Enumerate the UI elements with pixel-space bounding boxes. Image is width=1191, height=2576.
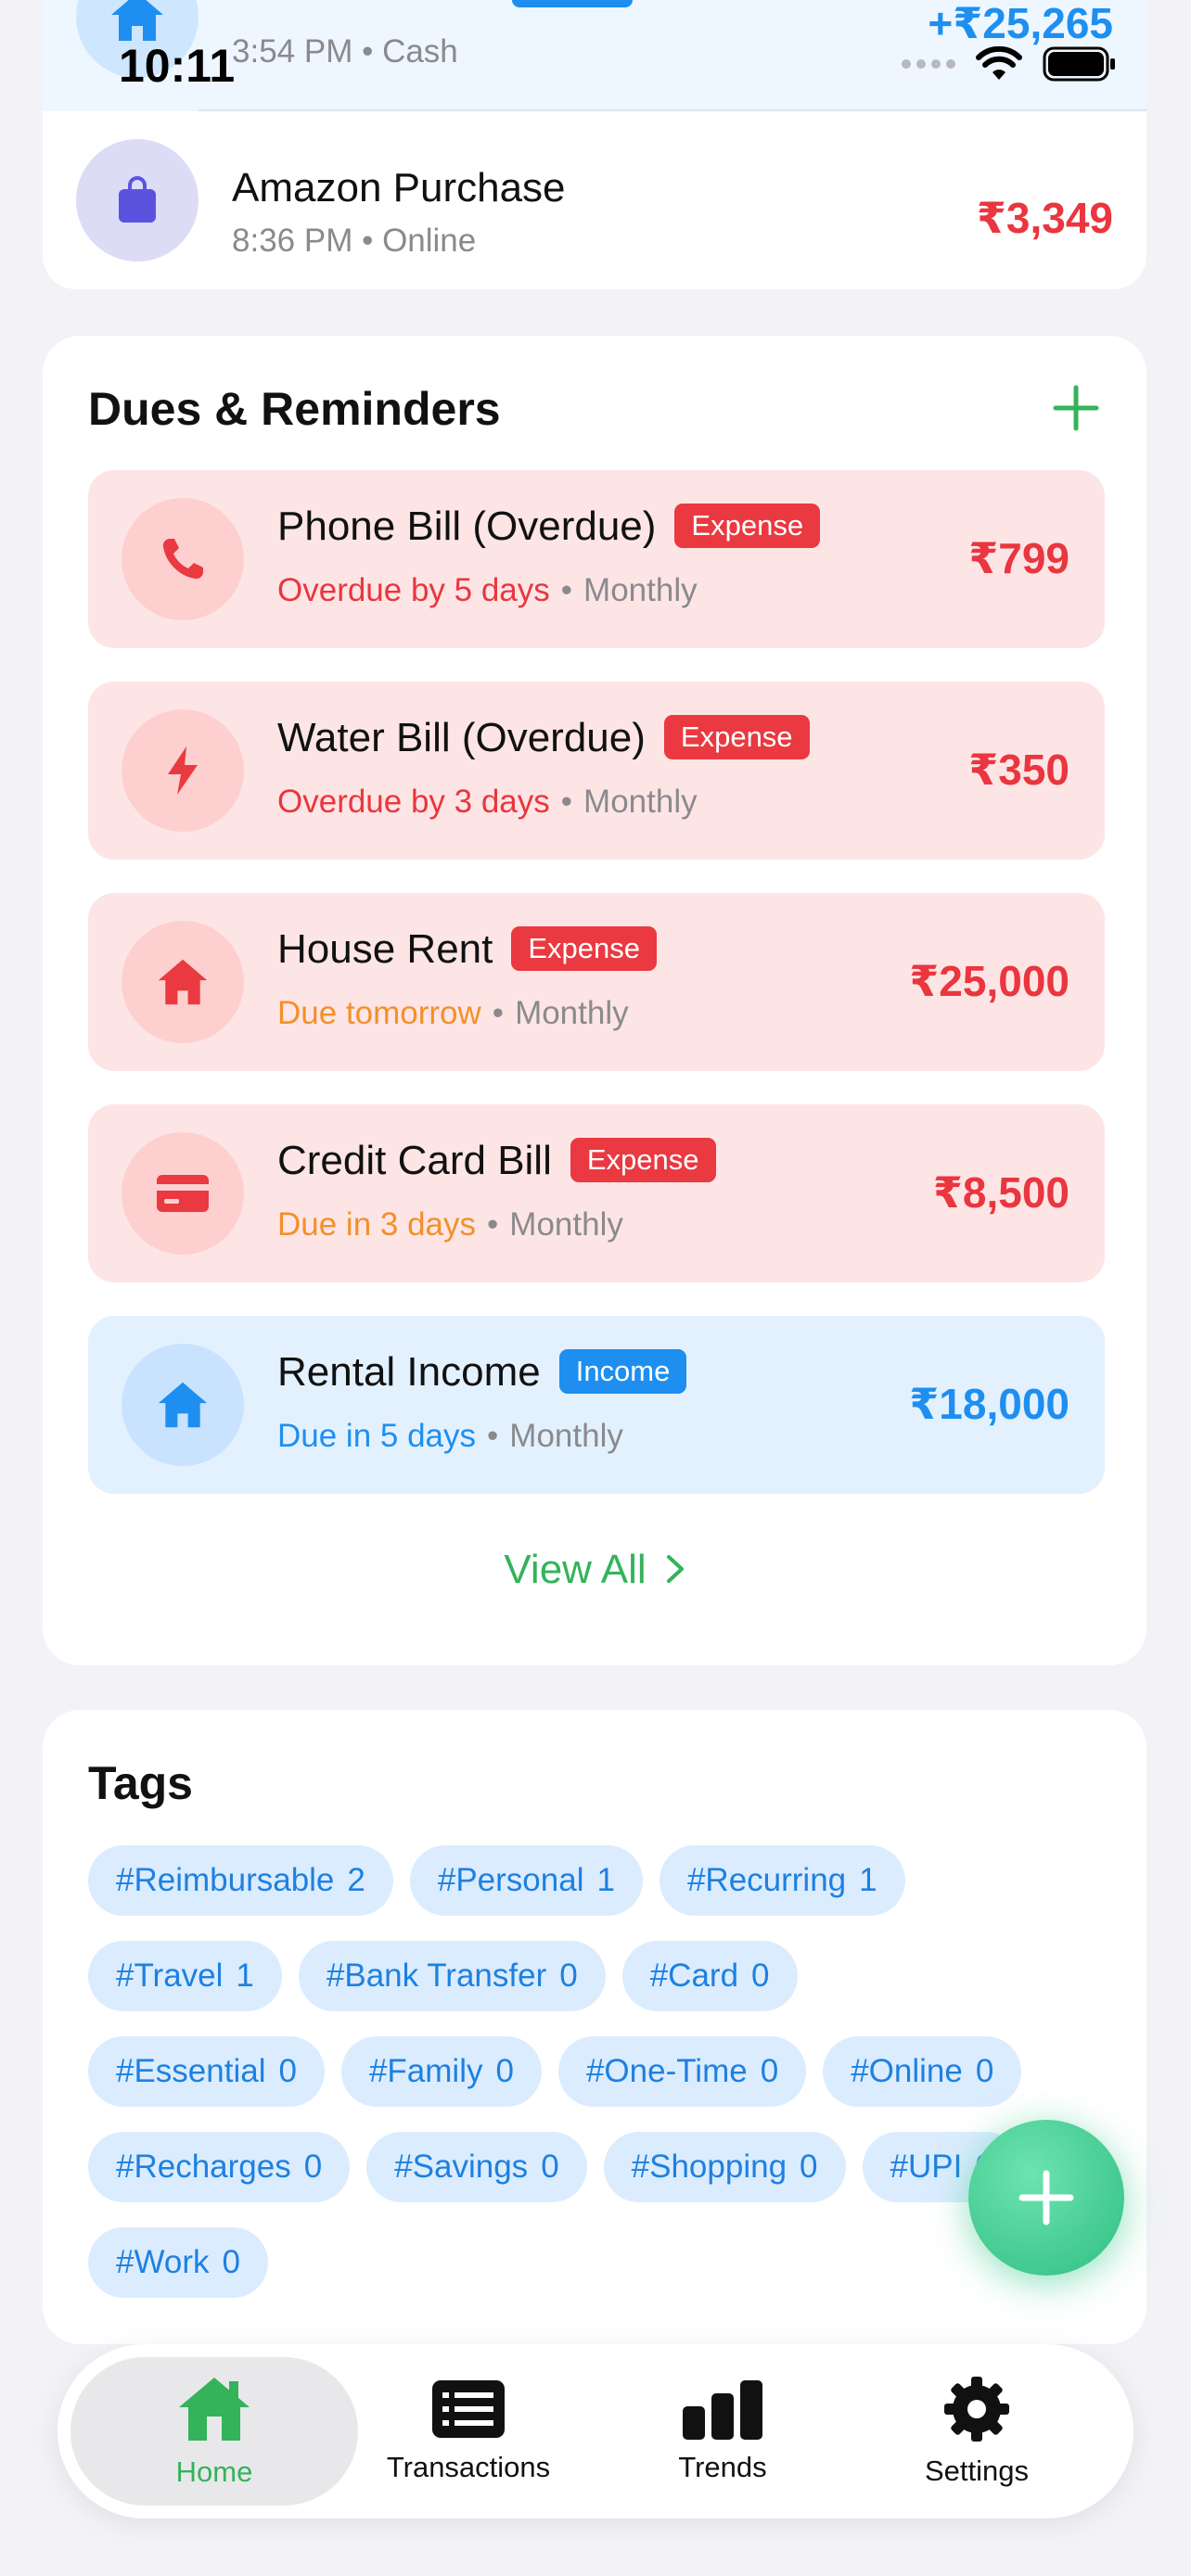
reminder-title: Water Bill (Overdue) Expense	[277, 715, 810, 761]
reminder-item[interactable]: Credit Card Bill Expense Due in 3 days • Mo…	[88, 1104, 1105, 1282]
status-indicators	[902, 46, 1117, 82]
tab-label: Settings	[924, 2455, 1029, 2487]
tab-home[interactable]: Home	[70, 2357, 358, 2506]
gear-icon	[944, 2377, 1009, 2442]
add-transaction-fab[interactable]	[968, 2120, 1124, 2276]
view-all-label: View All	[504, 1547, 647, 1592]
income-badge: Income	[558, 1349, 687, 1394]
reminder-amount: ₹8,500	[932, 1168, 1069, 1217]
tag-chip[interactable]: #Work 0	[88, 2227, 268, 2298]
view-all-link[interactable]: View All	[43, 1547, 1146, 1593]
credit-card-icon	[122, 1132, 244, 1255]
tag-row: #Work 0	[88, 2227, 268, 2298]
tag-chip[interactable]: #Savings 0	[366, 2132, 587, 2202]
reminder-amount: ₹25,000	[909, 957, 1069, 1005]
reminder-meta: Overdue by 5 days • Monthly	[277, 572, 698, 608]
reminder-item[interactable]: House Rent Expense Due tomorrow • Monthly ₹…	[88, 893, 1105, 1071]
house-icon	[122, 1344, 244, 1466]
reminder-meta: Due in 3 days • Monthly	[277, 1206, 623, 1243]
tab-trends[interactable]: Trends	[579, 2357, 866, 2506]
tag-chip[interactable]: #Essential 0	[88, 2036, 325, 2107]
battery-icon	[1043, 46, 1115, 82]
tag-chip[interactable]: #One-Time 0	[557, 2036, 807, 2107]
tag-row: #Reimbursable 2 #Personal 1 #Recurring 1	[88, 1845, 905, 1916]
tag-row: #Travel 1 #Bank Transfer 0 #Card 0	[88, 1941, 798, 2011]
tag-chip[interactable]: #Family 0	[340, 2036, 542, 2107]
phone-icon	[122, 498, 244, 620]
expense-badge: Expense	[674, 504, 821, 548]
wifi-icon	[976, 46, 1022, 80]
plus-icon	[1018, 2170, 1074, 2225]
tag-chip[interactable]: #Reimbursable 2	[88, 1845, 393, 1916]
transaction-title: Rental IncomeIncome	[232, 0, 634, 9]
tag-chip[interactable]: #Recurring 1	[659, 1845, 905, 1916]
bolt-icon	[122, 709, 244, 832]
transaction-amount: ₹3,349	[976, 194, 1113, 242]
tag-chip[interactable]: #Travel 1	[88, 1941, 282, 2011]
bottom-tab-bar: Home Transactions Trends Settings	[58, 2344, 1133, 2519]
cellular-signal-icon	[902, 59, 955, 69]
add-reminder-button[interactable]	[1048, 380, 1104, 436]
transaction-row[interactable]: Amazon Purchase 8:36 PM • Online ₹3,349	[43, 111, 1146, 289]
tab-settings[interactable]: Settings	[833, 2357, 1121, 2506]
tab-label: Home	[175, 2455, 253, 2488]
tags-card: Tags #Reimbursable 2 #Personal 1 #Recurrin…	[43, 1710, 1146, 2344]
bar-chart-icon	[683, 2380, 762, 2440]
reminder-item[interactable]: Water Bill (Overdue) Expense Overdue by 3…	[88, 682, 1105, 860]
status-time: 10:11	[119, 40, 236, 92]
reminder-amount: ₹350	[968, 746, 1069, 794]
reminder-title: House Rent Expense	[277, 926, 657, 973]
reminder-meta: Due in 5 days • Monthly	[277, 1418, 623, 1454]
tag-chip[interactable]: #Card 0	[621, 1941, 798, 2011]
house-icon	[122, 921, 244, 1043]
reminder-meta: Overdue by 3 days • Monthly	[277, 784, 698, 820]
tag-row: #Essential 0 #Family 0 #One-Time 0 #Online 0	[88, 2036, 1022, 2107]
reminder-title: Rental Income Income	[277, 1349, 687, 1396]
tab-label: Transactions	[386, 2451, 551, 2483]
tab-transactions[interactable]: Transactions	[325, 2357, 612, 2506]
expense-badge: Expense	[570, 1138, 716, 1182]
house-icon	[179, 2378, 250, 2441]
expense-badge: Expense	[663, 715, 810, 759]
tag-chip[interactable]: #Online 0	[823, 2036, 1022, 2107]
expense-badge: Expense	[511, 926, 657, 971]
tag-chip[interactable]: #Shopping 0	[603, 2132, 846, 2202]
tag-chip[interactable]: #Personal 1	[409, 1845, 643, 1916]
dues-reminders-card: Dues & Reminders Phone Bill (Overdue) Exp…	[43, 336, 1146, 1665]
reminder-amount: ₹18,000	[909, 1380, 1069, 1428]
transaction-title: Amazon Purchase	[232, 165, 566, 210]
transaction-meta: 3:54 PM • Cash	[232, 33, 458, 70]
income-badge: Income	[511, 0, 634, 8]
list-icon	[432, 2380, 505, 2438]
tab-label: Trends	[678, 2451, 767, 2483]
home-screen: Rental IncomeIncome 3:54 PM • Cash +₹25,…	[0, 0, 1191, 2576]
reminder-amount: ₹799	[968, 534, 1069, 582]
reminder-title: Phone Bill (Overdue) Expense	[277, 504, 821, 550]
chevron-right-icon	[666, 1555, 684, 1583]
tag-chip[interactable]: #Bank Transfer 0	[298, 1941, 606, 2011]
tag-row: #Recharges0 #Savings0 #Shopping0 #UPI0	[88, 2132, 1021, 2202]
section-title: Dues & Reminders	[88, 383, 501, 435]
reminder-item[interactable]: Rental Income Income Due in 5 days • Monthl…	[88, 1316, 1105, 1494]
transaction-amount: +₹25,265	[928, 0, 1113, 47]
shopping-bag-icon	[76, 139, 198, 261]
transaction-meta: 8:36 PM • Online	[232, 223, 477, 259]
reminder-meta: Due tomorrow • Monthly	[277, 995, 629, 1031]
section-title: Tags	[88, 1757, 193, 1809]
tag-chip[interactable]: #Recharges 0	[88, 2132, 351, 2202]
plus-icon	[1053, 385, 1099, 431]
reminder-title: Credit Card Bill Expense	[277, 1138, 716, 1184]
reminder-item[interactable]: Phone Bill (Overdue) Expense Overdue by 5…	[88, 470, 1105, 648]
